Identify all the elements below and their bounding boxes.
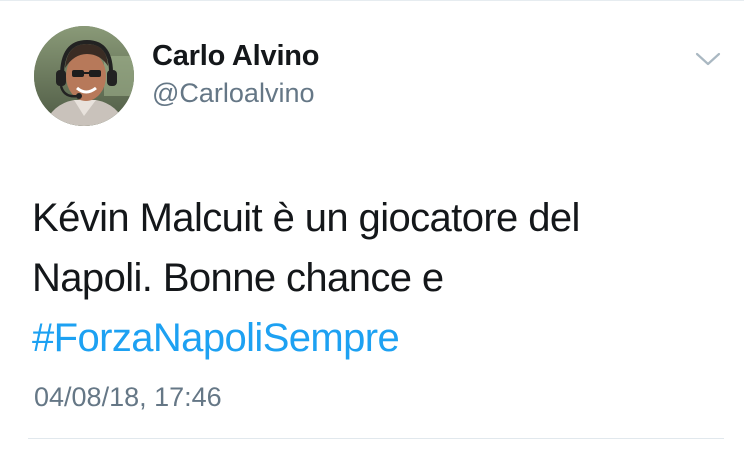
tweet-text-line: Kévin Malcuit è un giocatore del — [32, 196, 580, 240]
tweet-text: Kévin Malcuit è un giocatore del Napoli.… — [32, 188, 712, 368]
author-handle[interactable]: @Carloalvino — [152, 78, 314, 109]
tweet-timestamp[interactable]: 04/08/18, 17:46 — [34, 382, 222, 413]
bottom-divider — [28, 438, 724, 439]
tweet-text-line: Napoli. Bonne chance e — [32, 256, 444, 300]
tweet-card: Carlo Alvino @Carloalvino Kévin Malcuit … — [0, 0, 744, 454]
hashtag-link[interactable]: #ForzaNapoliSempre — [32, 316, 400, 360]
author-display-name[interactable]: Carlo Alvino — [152, 40, 320, 73]
chevron-down-icon[interactable] — [694, 48, 722, 70]
avatar-photo — [34, 26, 134, 126]
avatar[interactable] — [34, 26, 134, 126]
